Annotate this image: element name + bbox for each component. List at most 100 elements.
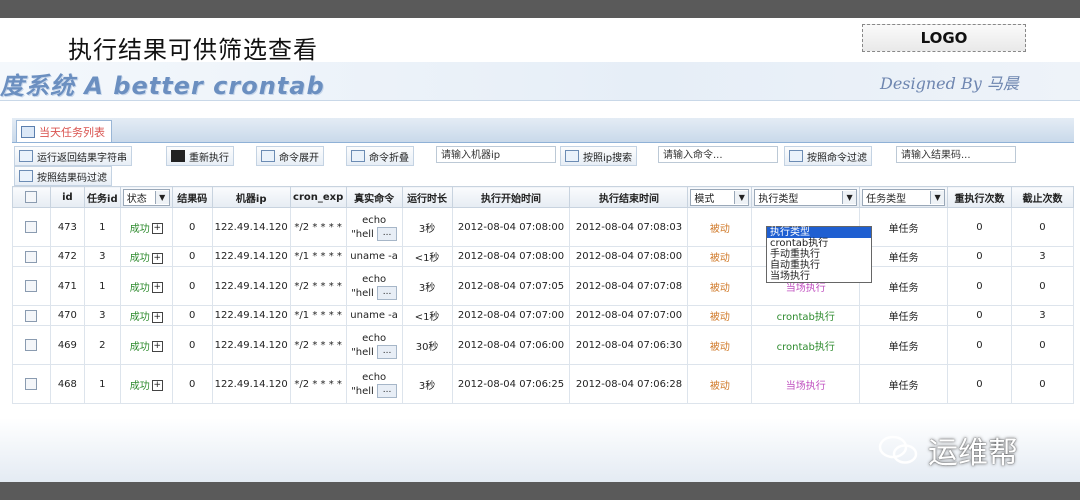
app-window: 当天任务列表 运行返回结果字符串 重新执行 命令展开 命令折叠 请输入机器ip … — [12, 118, 1074, 418]
row-select-cell[interactable] — [12, 364, 51, 404]
cell-cutoff: 0 — [1010, 325, 1074, 365]
row-select-cell[interactable] — [12, 266, 51, 306]
rerun-button[interactable]: 重新执行 — [166, 146, 234, 166]
cell-id: 473 — [49, 207, 85, 247]
command-input[interactable]: 请输入命令... — [658, 146, 778, 163]
cell-id: 470 — [49, 305, 85, 326]
cell-task-type: 单任务 — [859, 364, 949, 404]
expand-plus-icon[interactable]: + — [151, 341, 163, 352]
more-button[interactable]: ... — [377, 344, 398, 359]
mode-filter-select[interactable]: 模式 ▼ — [690, 188, 750, 206]
checkbox-icon[interactable] — [25, 339, 38, 351]
col-result-code[interactable]: 结果码 — [171, 186, 213, 208]
dropdown-option[interactable]: 手动重执行 — [767, 249, 871, 260]
cell-retry: 0 — [947, 305, 1012, 326]
chevron-down-icon[interactable]: ▼ — [154, 190, 169, 204]
checkbox-icon[interactable] — [25, 191, 38, 203]
logo-box: LOGO — [862, 24, 1026, 52]
cell-ip: 122.49.14.120 — [211, 207, 291, 247]
col-duration[interactable]: 运行时长 — [401, 186, 453, 208]
row-select-cell[interactable] — [12, 325, 51, 365]
cell-start: 2012-08-04 07:06:25 — [451, 364, 571, 404]
exec-type-filter-select[interactable]: 执行类型 ▼ — [754, 188, 858, 206]
filter-command-button[interactable]: 按照命令过滤 — [784, 146, 872, 166]
search-ip-button[interactable]: 按照ip搜索 — [560, 146, 638, 166]
dropdown-option[interactable]: 执行类型 — [767, 227, 871, 238]
cmd-line-2: "hell — [351, 287, 374, 299]
cell-end: 2012-08-04 07:07:08 — [569, 266, 689, 306]
col-cutoff[interactable]: 截止次数 — [1010, 186, 1074, 208]
col-task-type[interactable]: 任务类型 ▼ — [859, 186, 949, 208]
checkbox-icon[interactable] — [25, 309, 38, 322]
cell-duration: <1秒 — [401, 305, 453, 326]
fold-command-button[interactable]: 命令折叠 — [346, 146, 414, 166]
cell-task-id: 1 — [83, 266, 121, 306]
row-select-cell[interactable] — [12, 246, 51, 267]
col-cron[interactable]: cron_exp — [289, 186, 347, 208]
task-type-filter-select[interactable]: 任务类型 ▼ — [862, 188, 946, 206]
tab-today-tasks[interactable]: 当天任务列表 — [16, 120, 112, 142]
table-row[interactable]: 471 1 成功 +0 122.49.14.120 */2 * * * * echo "hel… — [12, 266, 1074, 306]
more-button[interactable]: ... — [377, 226, 398, 241]
expand-plus-icon[interactable]: + — [151, 282, 163, 293]
chevron-down-icon[interactable]: ▼ — [734, 190, 749, 204]
col-cmd[interactable]: 真实命令 — [345, 186, 403, 208]
col-id[interactable]: id — [49, 186, 85, 208]
checkbox-icon[interactable] — [25, 378, 38, 390]
cell-retry: 0 — [947, 246, 1012, 267]
cell-status: 成功 + — [119, 325, 173, 365]
chevron-down-icon[interactable]: ▼ — [930, 190, 945, 204]
dropdown-option[interactable]: 当场执行 — [767, 271, 871, 282]
table-row[interactable]: 468 1 成功 +0 122.49.14.120 */2 * * * * echo "hel… — [12, 364, 1074, 404]
expand-plus-icon[interactable]: + — [151, 311, 163, 323]
cell-end: 2012-08-04 07:06:30 — [569, 325, 689, 365]
row-select-cell[interactable] — [12, 305, 51, 326]
cell-mode: 被动 — [687, 364, 753, 404]
cell-cmd: uname -a — [345, 305, 403, 326]
table-row[interactable]: 469 2 成功 +0 122.49.14.120 */2 * * * * echo "hel… — [12, 325, 1074, 365]
filter-result-button[interactable]: 按照结果码过滤 — [14, 166, 112, 186]
banner-right-text: Designed By 马晨 — [880, 74, 1019, 93]
table-row[interactable]: 470 3 成功 +0 122.49.14.120 */1 * * * * uname -a… — [12, 305, 1074, 326]
table-header-row: id 任务id 状态 ▼ 结果码 机器ip cron_exp 真实命令 运行时长 … — [12, 186, 1074, 208]
search-icon — [565, 150, 579, 162]
dropdown-option[interactable]: 自动重执行 — [767, 260, 871, 271]
col-start[interactable]: 执行开始时间 — [451, 186, 571, 208]
more-button[interactable]: ... — [377, 285, 398, 300]
select-all-header[interactable] — [12, 186, 51, 208]
col-mode[interactable]: 模式 ▼ — [687, 186, 753, 208]
table-row[interactable]: 472 3 成功 +0 122.49.14.120 */1 * * * * uname -a… — [12, 246, 1074, 267]
cmd-line-1: echo — [362, 214, 387, 226]
col-status[interactable]: 状态 ▼ — [119, 186, 173, 208]
expand-plus-icon[interactable]: + — [151, 252, 163, 264]
status-filter-select[interactable]: 状态 ▼ — [122, 188, 170, 206]
col-end[interactable]: 执行结束时间 — [569, 186, 689, 208]
col-retry[interactable]: 重执行次数 — [947, 186, 1012, 208]
cell-cmd: echo "hell ... — [345, 266, 403, 306]
col-task-id[interactable]: 任务id — [83, 186, 121, 208]
cell-id: 471 — [49, 266, 85, 306]
more-button[interactable]: ... — [377, 383, 398, 398]
expand-plus-icon[interactable]: + — [151, 380, 163, 391]
result-code-input[interactable]: 请输入结果码... — [896, 146, 1016, 163]
ip-input[interactable]: 请输入机器ip — [436, 146, 556, 163]
cell-start: 2012-08-04 07:07:05 — [451, 266, 571, 306]
col-exec-type[interactable]: 执行类型 ▼ — [751, 186, 861, 208]
cmd-text: uname -a — [350, 310, 398, 321]
cell-start: 2012-08-04 07:08:00 — [451, 246, 571, 267]
dropdown-option[interactable]: crontab执行 — [767, 238, 871, 249]
filter-command-label: 按照命令过滤 — [807, 152, 867, 164]
table-row[interactable]: 473 1 成功 +0 122.49.14.120 */2 * * * * echo "hel… — [12, 207, 1074, 247]
run-result-button[interactable]: 运行返回结果字符串 — [14, 146, 132, 166]
expand-command-button[interactable]: 命令展开 — [256, 146, 324, 166]
checkbox-icon[interactable] — [25, 250, 38, 263]
cmd-line-1: echo — [362, 273, 387, 285]
col-ip[interactable]: 机器ip — [211, 186, 291, 208]
checkbox-icon[interactable] — [25, 221, 38, 233]
checkbox-icon[interactable] — [25, 280, 38, 292]
expand-plus-icon[interactable]: + — [151, 223, 163, 234]
status-text: 成功 — [129, 223, 150, 235]
cell-cutoff: 0 — [1010, 207, 1074, 247]
row-select-cell[interactable] — [12, 207, 51, 247]
chevron-down-icon[interactable]: ▼ — [842, 190, 857, 204]
